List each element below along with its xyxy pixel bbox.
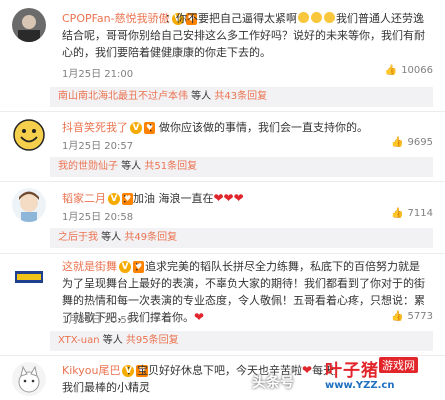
like-button[interactable]: 👍 9695	[391, 137, 433, 148]
sad-emoji-icon	[324, 12, 335, 23]
thumbs-up-icon: 👍	[384, 65, 398, 76]
site-watermark-name: 叶子猪	[325, 361, 379, 381]
like-button[interactable]: 👍 5773	[391, 311, 433, 322]
avatar[interactable]	[12, 362, 46, 396]
like-button[interactable]: 👍 7114	[391, 208, 433, 219]
comment-text-line2: 我们最棒的小精灵	[62, 381, 150, 394]
reply-summary[interactable]: 之后于我 等人 共49条回复	[50, 228, 433, 248]
user-avatar-icon	[12, 8, 46, 42]
sad-emoji-icon	[298, 12, 309, 23]
reply-summary[interactable]: 南山南北海北最丑不过卢本伟 等人 共43条回复	[50, 87, 433, 107]
toutiao-watermark: 头条号	[252, 375, 294, 391]
comment-text-head: ：你不要把自己逼得太紧啊	[165, 12, 297, 25]
smiley-avatar-icon	[12, 118, 46, 152]
thumbs-up-icon: 👍	[391, 208, 404, 219]
site-watermark: 叶子猪 游戏网 www.YZZ.cn	[325, 356, 437, 396]
cat-avatar-icon	[12, 362, 46, 396]
reply-mid: 等人	[98, 232, 125, 243]
thumbs-up-icon: 👍	[391, 311, 404, 322]
like-button[interactable]: 👍 10066	[385, 65, 433, 76]
timestamp: 1月25日 21:00	[62, 69, 134, 80]
reply-count[interactable]: 共43条回复	[214, 91, 267, 102]
like-count: 10066	[401, 65, 433, 76]
like-count: 7114	[407, 208, 433, 219]
timestamp: 1月25日 20:59	[62, 315, 134, 326]
site-watermark-tag: 游戏网	[379, 357, 418, 373]
reply-mid: 等人	[99, 335, 126, 346]
avatar[interactable]	[12, 118, 46, 152]
reply-summary[interactable]: 我的世勋仙子 等人 共51条回复	[50, 157, 433, 177]
heart-icon: ❤	[302, 363, 313, 377]
reply-user[interactable]: 之后于我	[58, 232, 98, 243]
reply-summary[interactable]: XTX-uan 等人 共95条回复	[50, 331, 433, 351]
site-watermark-url: www.YZZ.cn	[325, 380, 395, 391]
reply-count[interactable]: 共95条回复	[126, 335, 179, 346]
reply-mid: 等人	[188, 91, 215, 102]
like-count: 9695	[407, 137, 433, 148]
reply-mid: 等人	[118, 161, 145, 172]
avatar[interactable]	[12, 8, 46, 42]
thumbs-up-icon: 👍	[391, 137, 404, 148]
like-count: 5773	[407, 311, 433, 322]
reply-user[interactable]: 我的世勋仙子	[58, 161, 118, 172]
heart-icon: ❤❤❤	[213, 191, 244, 205]
avatar[interactable]	[12, 188, 46, 222]
timestamp: 1月25日 20:58	[62, 212, 134, 223]
timestamp: 1月25日 20:57	[62, 141, 134, 152]
comment-text: ：做你应该做的事情，我们会一直支持你的。	[148, 121, 368, 134]
reply-count[interactable]: 共51条回复	[144, 161, 197, 172]
heart-icon: ❤	[194, 310, 205, 324]
avatar[interactable]	[12, 260, 46, 294]
comment-text: ：你不要把自己逼得太紧啊 我们普通人还劳逸结合呢，哥哥你别给自己安排这么多工作好吗…	[62, 10, 425, 61]
comment-text: ：宝贝好好休息下吧，今天也辛苦啦❤每天连轴转	[62, 362, 335, 379]
divider	[0, 181, 445, 182]
comment-text: ：加油 海浪一直在❤❤❤	[62, 190, 425, 207]
sad-emoji-icon	[311, 12, 322, 23]
reply-user[interactable]: 南山南北海北最丑不过卢本伟	[58, 91, 188, 102]
comment-text-body: ：加油 海浪一直在	[122, 192, 214, 205]
reply-user[interactable]: XTX-uan	[58, 335, 100, 346]
cartoon-avatar-icon	[12, 188, 46, 222]
divider	[0, 111, 445, 112]
show-logo-avatar-icon	[12, 260, 46, 294]
divider	[0, 253, 445, 254]
reply-count[interactable]: 共49条回复	[124, 232, 177, 243]
